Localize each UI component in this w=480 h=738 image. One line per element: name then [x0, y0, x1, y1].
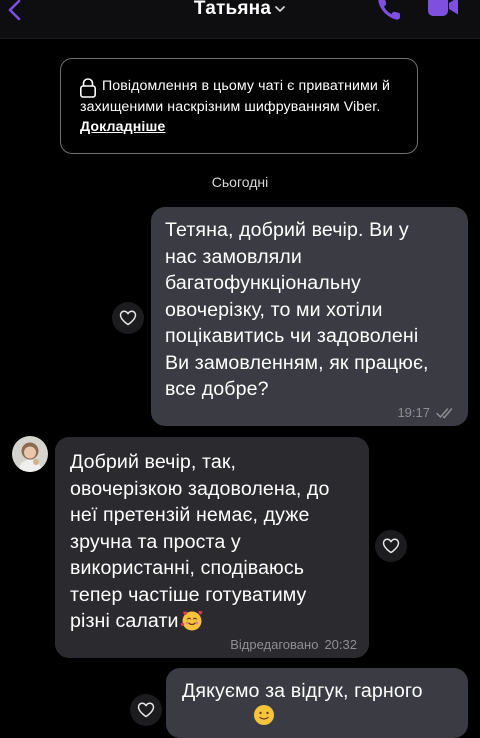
outgoing-message-bubble[interactable]: Тетяна, добрий вечір. Ви у нас замовляли…: [151, 207, 468, 426]
message-text: Добрий вечір, так, овочерізкою задоволен…: [70, 449, 357, 635]
chevron-down-icon: [275, 6, 286, 12]
outgoing-message-bubble[interactable]: Дякуємо за відгук, гарного: [166, 668, 468, 738]
contact-name: Татьяна: [193, 0, 272, 19]
incoming-message-bubble[interactable]: Добрий вечір, так, овочерізкою задоволен…: [55, 437, 369, 658]
slightly-smiling-face-icon: [254, 705, 274, 725]
edited-label: Відредаговано: [230, 637, 319, 652]
video-call-button[interactable]: [424, 0, 462, 22]
heart-icon: [382, 538, 400, 554]
contact-name-button[interactable]: Татьяна: [0, 0, 480, 20]
phone-icon: [378, 0, 400, 20]
message-meta: Відредаговано 20:32: [230, 637, 357, 652]
contact-avatar[interactable]: [12, 436, 48, 472]
message-time: 20:32: [324, 637, 357, 652]
message-meta: 19:17: [397, 405, 456, 420]
heart-icon: [137, 702, 155, 718]
voice-call-button[interactable]: [374, 0, 406, 24]
smiling-face-with-hearts-icon: [180, 611, 202, 631]
chat-header: Татьяна: [0, 0, 480, 39]
avatar-photo: [12, 436, 48, 472]
message-text-body: Добрий вечір, так, овочерізкою задоволен…: [70, 451, 330, 632]
message-text: Дякуємо за відгук, гарного: [182, 680, 423, 702]
video-camera-icon: [428, 0, 458, 16]
date-separator: Сьогодні: [211, 174, 269, 190]
like-button[interactable]: [130, 694, 162, 726]
encryption-notice: Повідомлення в цьому чаті є приватними й…: [60, 58, 418, 154]
like-button[interactable]: [112, 302, 144, 334]
double-check-icon: [436, 407, 453, 418]
encryption-notice-text: Повідомлення в цьому чаті є приватними й…: [80, 76, 400, 138]
learn-more-link[interactable]: Докладніше: [80, 119, 165, 135]
like-button[interactable]: [375, 530, 407, 562]
message-time: 19:17: [397, 405, 430, 420]
encryption-notice-body: Повідомлення в цьому чаті є приватними й…: [80, 78, 390, 115]
heart-icon: [119, 310, 137, 326]
message-text: Тетяна, добрий вечір. Ви у нас замовляли…: [165, 219, 429, 400]
